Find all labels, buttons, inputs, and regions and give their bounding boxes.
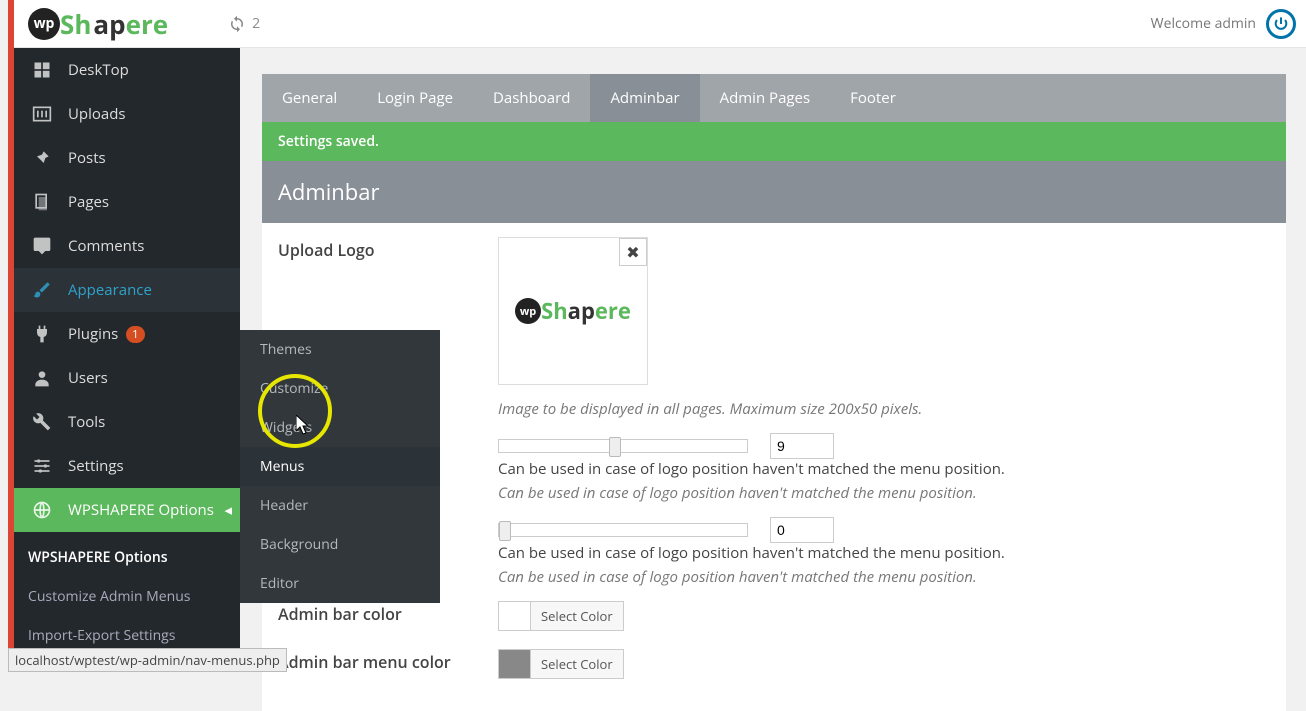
sidebar-item-comments[interactable]: Comments xyxy=(14,224,240,268)
sidebar-item-label: Posts xyxy=(68,148,106,168)
logout-button[interactable] xyxy=(1266,9,1296,39)
flyout-item-header[interactable]: Header xyxy=(240,486,440,525)
logo-text-1: Sh xyxy=(60,6,91,42)
color-button-label: Select Color xyxy=(531,655,623,673)
chevron-left-icon: ◂ xyxy=(224,500,232,520)
power-icon xyxy=(1273,16,1289,32)
tab-login-page[interactable]: Login Page xyxy=(357,74,473,122)
slider-desc: Can be used in case of logo position hav… xyxy=(498,459,1005,479)
sidebar-item-appearance[interactable]: Appearance xyxy=(14,268,240,312)
page-title: Adminbar xyxy=(262,161,1286,223)
globe-icon xyxy=(32,500,52,520)
tab-dashboard[interactable]: Dashboard xyxy=(473,74,590,122)
grid-icon xyxy=(32,60,52,80)
page-icon xyxy=(32,192,52,212)
sidebar-item-label: Pages xyxy=(68,192,109,212)
logo-text-3: ere xyxy=(126,6,169,42)
flyout-item-editor[interactable]: Editor xyxy=(240,564,440,603)
sidebar-item-label: Comments xyxy=(68,236,144,256)
form-row-admin-bar-color: Admin bar color Select Color xyxy=(278,601,1270,635)
update-notification[interactable]: 2 xyxy=(228,14,260,33)
color-swatch xyxy=(499,650,531,678)
refresh-icon xyxy=(228,15,246,33)
sidebar-item-wpshapere[interactable]: WPSHAPERE Options ◂ xyxy=(14,488,240,532)
sidebar-item-label: WPSHAPERE Options xyxy=(68,500,214,520)
sidebar-item-label: DeskTop xyxy=(68,60,129,80)
color-picker-2[interactable]: Select Color xyxy=(498,649,624,679)
form-row-admin-bar-menu-color: Admin bar menu color Select Color xyxy=(278,649,1270,683)
sidebar-item-label: Tools xyxy=(68,412,105,432)
form-label: Admin bar color xyxy=(278,601,498,625)
settings-tabs: General Login Page Dashboard Adminbar Ad… xyxy=(262,74,1286,122)
brush-icon xyxy=(32,280,52,300)
position-slider-2[interactable] xyxy=(498,523,748,537)
success-alert: Settings saved. xyxy=(262,122,1286,161)
logo-preview: wpShapere xyxy=(515,296,631,326)
sidebar-item-settings[interactable]: Settings xyxy=(14,444,240,488)
admin-sidebar: DeskTop Uploads Posts Pages Comments App… xyxy=(14,48,240,672)
sidebar-item-label: Appearance xyxy=(68,280,152,300)
sidebar-submenu: WPSHAPERE Options Customize Admin Menus … xyxy=(14,532,240,661)
tab-adminbar[interactable]: Adminbar xyxy=(590,74,699,122)
sidebar-item-label: Users xyxy=(68,368,108,388)
sliders-icon xyxy=(32,456,52,476)
slider-desc: Can be used in case of logo position hav… xyxy=(498,543,1005,563)
submenu-item-options[interactable]: WPSHAPERE Options xyxy=(14,538,240,577)
form-label: Admin bar menu color xyxy=(278,649,498,673)
sidebar-item-pages[interactable]: Pages xyxy=(14,180,240,224)
appearance-flyout: Themes Customize Widgets Menus Header Ba… xyxy=(240,330,440,603)
form-label: Upload Logo xyxy=(278,237,498,261)
sidebar-item-users[interactable]: Users xyxy=(14,356,240,400)
sidebar-item-posts[interactable]: Posts xyxy=(14,136,240,180)
tab-footer[interactable]: Footer xyxy=(830,74,916,122)
flyout-item-customize[interactable]: Customize xyxy=(240,369,440,408)
submenu-item-customize-menus[interactable]: Customize Admin Menus xyxy=(14,577,240,616)
sidebar-item-uploads[interactable]: Uploads xyxy=(14,92,240,136)
logo-preview-box: ✖ wpShapere xyxy=(498,237,648,385)
tab-general[interactable]: General xyxy=(262,74,357,122)
sidebar-item-label: Plugins xyxy=(68,324,118,344)
user-icon xyxy=(32,368,52,388)
pin-icon xyxy=(32,148,52,168)
tab-admin-pages[interactable]: Admin Pages xyxy=(700,74,831,122)
color-picker-1[interactable]: Select Color xyxy=(498,601,624,631)
sidebar-item-desktop[interactable]: DeskTop xyxy=(14,48,240,92)
browser-status-bar: localhost/wptest/wp-admin/nav-menus.php xyxy=(8,648,287,672)
position-slider-1[interactable] xyxy=(498,439,748,453)
wrench-icon xyxy=(32,412,52,432)
notif-count: 2 xyxy=(252,14,260,33)
sidebar-item-plugins[interactable]: Plugins 1 xyxy=(14,312,240,356)
color-swatch xyxy=(499,602,531,630)
position-input-2[interactable] xyxy=(770,517,834,543)
logo-badge: wp xyxy=(28,8,60,40)
sidebar-item-tools[interactable]: Tools xyxy=(14,400,240,444)
flyout-item-background[interactable]: Background xyxy=(240,525,440,564)
slider-help: Can be used in case of logo position hav… xyxy=(498,567,1270,587)
remove-logo-button[interactable]: ✖ xyxy=(619,238,647,266)
admin-topbar: wp Shapere 2 Welcome admin xyxy=(14,0,1306,48)
flyout-item-widgets[interactable]: Widgets xyxy=(240,408,440,447)
position-input-1[interactable] xyxy=(770,433,834,459)
comment-icon xyxy=(32,236,52,256)
badge: 1 xyxy=(126,326,144,343)
welcome-text: Welcome admin xyxy=(1151,14,1256,33)
help-text: Image to be displayed in all pages. Maxi… xyxy=(498,399,1270,419)
flyout-item-themes[interactable]: Themes xyxy=(240,330,440,369)
slider-help: Can be used in case of logo position hav… xyxy=(498,483,1270,503)
logo: wp Shapere xyxy=(28,6,168,42)
logo-text-2: ap xyxy=(93,6,125,42)
media-icon xyxy=(32,104,52,124)
sidebar-item-label: Uploads xyxy=(68,104,126,124)
flyout-item-menus[interactable]: Menus xyxy=(240,447,440,486)
sidebar-item-label: Settings xyxy=(68,456,124,476)
color-button-label: Select Color xyxy=(531,607,623,625)
plug-icon xyxy=(32,324,52,344)
